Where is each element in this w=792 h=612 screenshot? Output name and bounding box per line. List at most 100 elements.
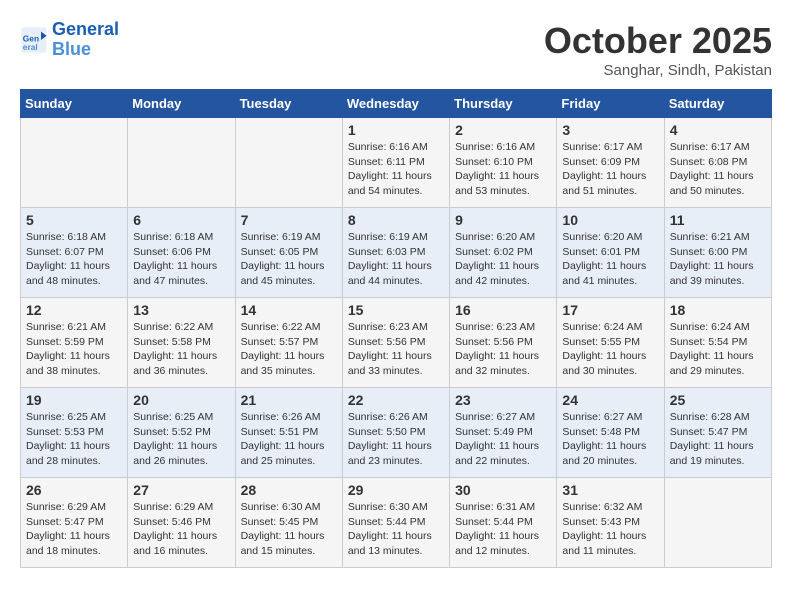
weekday-header-row: SundayMondayTuesdayWednesdayThursdayFrid… [21, 90, 772, 118]
day-number: 11 [670, 212, 766, 228]
day-number: 13 [133, 302, 229, 318]
day-info: Sunrise: 6:25 AM Sunset: 5:52 PM Dayligh… [133, 410, 229, 469]
calendar-cell: 30Sunrise: 6:31 AM Sunset: 5:44 PM Dayli… [450, 478, 557, 568]
logo-text: General Blue [52, 20, 119, 60]
calendar-cell [128, 118, 235, 208]
calendar-cell: 15 Sunrise: 6:23 AM Sunset: 5:56 PM Dayli… [342, 298, 449, 388]
week-row-2: 5 Sunrise: 6:18 AM Sunset: 6:07 PM Daylig… [21, 208, 772, 298]
calendar-cell: 4Sunrise: 6:17 AM Sunset: 6:08 PM Daylig… [664, 118, 771, 208]
calendar-cell: 25 Sunrise: 6:28 AM Sunset: 5:47 PM Dayli… [664, 388, 771, 478]
calendar-cell: 2 Sunrise: 6:16 AM Sunset: 6:10 PM Daylig… [450, 118, 557, 208]
day-info: Sunrise: 6:29 AM Sunset: 5:47 PM Dayligh… [26, 500, 122, 559]
day-number: 28 [241, 482, 337, 498]
calendar-cell: 22 Sunrise: 6:26 AM Sunset: 5:50 PM Dayli… [342, 388, 449, 478]
day-info: Sunrise: 6:18 AM Sunset: 6:06 PM Dayligh… [133, 230, 229, 289]
calendar-cell: 3 Sunrise: 6:17 AM Sunset: 6:09 PM Daylig… [557, 118, 664, 208]
day-info: Sunrise: 6:16 AM Sunset: 6:11 PM Dayligh… [348, 140, 444, 199]
calendar-cell: 6 Sunrise: 6:18 AM Sunset: 6:06 PM Daylig… [128, 208, 235, 298]
calendar-cell: 18Sunrise: 6:24 AM Sunset: 5:54 PM Dayli… [664, 298, 771, 388]
day-number: 30 [455, 482, 551, 498]
calendar-cell: 1 Sunrise: 6:16 AM Sunset: 6:11 PM Daylig… [342, 118, 449, 208]
calendar-cell: 20 Sunrise: 6:25 AM Sunset: 5:52 PM Dayli… [128, 388, 235, 478]
day-info: Sunrise: 6:22 AM Sunset: 5:58 PM Dayligh… [133, 320, 229, 379]
weekday-header-sunday: Sunday [21, 90, 128, 118]
day-number: 15 [348, 302, 444, 318]
calendar-cell: 19 Sunrise: 6:25 AM Sunset: 5:53 PM Dayli… [21, 388, 128, 478]
week-row-1: 1 Sunrise: 6:16 AM Sunset: 6:11 PM Daylig… [21, 118, 772, 208]
logo-icon: Gen eral [20, 26, 48, 54]
logo: Gen eral General Blue [20, 20, 119, 60]
day-number: 22 [348, 392, 444, 408]
day-number: 24 [562, 392, 658, 408]
day-info: Sunrise: 6:30 AM Sunset: 5:44 PM Dayligh… [348, 500, 444, 559]
svg-text:eral: eral [23, 42, 38, 52]
day-info: Sunrise: 6:32 AM Sunset: 5:43 PM Dayligh… [562, 500, 658, 559]
calendar-cell: 26 Sunrise: 6:29 AM Sunset: 5:47 PM Dayli… [21, 478, 128, 568]
day-number: 26 [26, 482, 122, 498]
day-info: Sunrise: 6:27 AM Sunset: 5:49 PM Dayligh… [455, 410, 551, 469]
day-info: Sunrise: 6:27 AM Sunset: 5:48 PM Dayligh… [562, 410, 658, 469]
day-number: 18 [670, 302, 766, 318]
day-info: Sunrise: 6:30 AM Sunset: 5:45 PM Dayligh… [241, 500, 337, 559]
day-number: 10 [562, 212, 658, 228]
day-info: Sunrise: 6:19 AM Sunset: 6:03 PM Dayligh… [348, 230, 444, 289]
calendar-table: SundayMondayTuesdayWednesdayThursdayFrid… [20, 89, 772, 568]
day-number: 1 [348, 122, 444, 138]
day-number: 12 [26, 302, 122, 318]
day-info: Sunrise: 6:21 AM Sunset: 5:59 PM Dayligh… [26, 320, 122, 379]
calendar-cell: 11Sunrise: 6:21 AM Sunset: 6:00 PM Dayli… [664, 208, 771, 298]
day-info: Sunrise: 6:25 AM Sunset: 5:53 PM Dayligh… [26, 410, 122, 469]
calendar-cell: 28 Sunrise: 6:30 AM Sunset: 5:45 PM Dayli… [235, 478, 342, 568]
calendar-cell: 27 Sunrise: 6:29 AM Sunset: 5:46 PM Dayli… [128, 478, 235, 568]
day-number: 29 [348, 482, 444, 498]
calendar-cell [21, 118, 128, 208]
day-number: 3 [562, 122, 658, 138]
calendar-cell [664, 478, 771, 568]
day-info: Sunrise: 6:23 AM Sunset: 5:56 PM Dayligh… [348, 320, 444, 379]
day-info: Sunrise: 6:29 AM Sunset: 5:46 PM Dayligh… [133, 500, 229, 559]
day-number: 2 [455, 122, 551, 138]
day-number: 25 [670, 392, 766, 408]
day-info: Sunrise: 6:18 AM Sunset: 6:07 PM Dayligh… [26, 230, 122, 289]
week-row-5: 26 Sunrise: 6:29 AM Sunset: 5:47 PM Dayli… [21, 478, 772, 568]
calendar-cell: 8Sunrise: 6:19 AM Sunset: 6:03 PM Daylig… [342, 208, 449, 298]
day-info: Sunrise: 6:20 AM Sunset: 6:01 PM Dayligh… [562, 230, 658, 289]
day-number: 6 [133, 212, 229, 228]
weekday-header-saturday: Saturday [664, 90, 771, 118]
day-number: 7 [241, 212, 337, 228]
day-info: Sunrise: 6:16 AM Sunset: 6:10 PM Dayligh… [455, 140, 551, 199]
day-number: 27 [133, 482, 229, 498]
day-number: 20 [133, 392, 229, 408]
day-number: 5 [26, 212, 122, 228]
calendar-cell: 29 Sunrise: 6:30 AM Sunset: 5:44 PM Dayli… [342, 478, 449, 568]
calendar-cell: 10 Sunrise: 6:20 AM Sunset: 6:01 PM Dayli… [557, 208, 664, 298]
calendar-cell: 31 Sunrise: 6:32 AM Sunset: 5:43 PM Dayli… [557, 478, 664, 568]
calendar-cell: 21Sunrise: 6:26 AM Sunset: 5:51 PM Dayli… [235, 388, 342, 478]
calendar-cell: 12 Sunrise: 6:21 AM Sunset: 5:59 PM Dayli… [21, 298, 128, 388]
day-number: 16 [455, 302, 551, 318]
day-info: Sunrise: 6:23 AM Sunset: 5:56 PM Dayligh… [455, 320, 551, 379]
calendar-body: 1 Sunrise: 6:16 AM Sunset: 6:11 PM Daylig… [21, 118, 772, 568]
day-info: Sunrise: 6:26 AM Sunset: 5:50 PM Dayligh… [348, 410, 444, 469]
day-info: Sunrise: 6:20 AM Sunset: 6:02 PM Dayligh… [455, 230, 551, 289]
day-number: 17 [562, 302, 658, 318]
calendar-cell: 14Sunrise: 6:22 AM Sunset: 5:57 PM Dayli… [235, 298, 342, 388]
day-info: Sunrise: 6:19 AM Sunset: 6:05 PM Dayligh… [241, 230, 337, 289]
calendar-cell: 9Sunrise: 6:20 AM Sunset: 6:02 PM Daylig… [450, 208, 557, 298]
week-row-3: 12 Sunrise: 6:21 AM Sunset: 5:59 PM Dayli… [21, 298, 772, 388]
calendar-cell: 23Sunrise: 6:27 AM Sunset: 5:49 PM Dayli… [450, 388, 557, 478]
day-info: Sunrise: 6:28 AM Sunset: 5:47 PM Dayligh… [670, 410, 766, 469]
day-number: 14 [241, 302, 337, 318]
weekday-header-tuesday: Tuesday [235, 90, 342, 118]
calendar-cell: 24 Sunrise: 6:27 AM Sunset: 5:48 PM Dayli… [557, 388, 664, 478]
month-title: October 2025 [544, 20, 772, 62]
day-number: 19 [26, 392, 122, 408]
calendar-cell: 7 Sunrise: 6:19 AM Sunset: 6:05 PM Daylig… [235, 208, 342, 298]
calendar-cell: 17 Sunrise: 6:24 AM Sunset: 5:55 PM Dayli… [557, 298, 664, 388]
day-number: 31 [562, 482, 658, 498]
day-info: Sunrise: 6:26 AM Sunset: 5:51 PM Dayligh… [241, 410, 337, 469]
weekday-header-thursday: Thursday [450, 90, 557, 118]
weekday-header-friday: Friday [557, 90, 664, 118]
day-info: Sunrise: 6:17 AM Sunset: 6:09 PM Dayligh… [562, 140, 658, 199]
day-info: Sunrise: 6:24 AM Sunset: 5:55 PM Dayligh… [562, 320, 658, 379]
